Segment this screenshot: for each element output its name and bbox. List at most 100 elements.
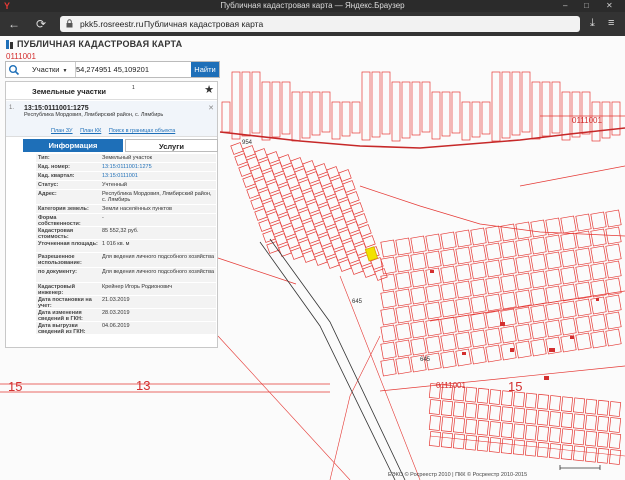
parcel-outline[interactable]	[536, 425, 550, 442]
parcel-outline[interactable]	[271, 81, 281, 138]
parcel-outline[interactable]	[605, 311, 622, 330]
parcel-outline[interactable]	[425, 318, 442, 337]
parcel-outline[interactable]	[560, 215, 577, 234]
parcel-outline[interactable]	[605, 243, 622, 262]
parcel-outline[interactable]	[470, 346, 487, 365]
parcel-outline[interactable]	[455, 348, 472, 367]
parcel-outline[interactable]	[500, 223, 517, 242]
parcel-outline[interactable]	[231, 71, 241, 140]
parcel-outline[interactable]	[560, 283, 577, 302]
parcel-outline[interactable]	[485, 310, 502, 329]
parcel-outline[interactable]	[395, 237, 412, 256]
parcel-outline[interactable]	[421, 81, 431, 133]
parcel-outline[interactable]	[470, 295, 487, 314]
parcel-outline[interactable]	[590, 211, 607, 230]
link-plan-zu[interactable]: План ЗУ	[51, 128, 73, 134]
parcel-outline[interactable]	[251, 71, 261, 134]
parcel-outline[interactable]	[464, 434, 478, 451]
search-input[interactable]	[76, 63, 191, 76]
parcel-outline[interactable]	[545, 251, 562, 270]
parcel-outline[interactable]	[524, 424, 538, 441]
tab-services[interactable]: Услуги	[125, 139, 218, 152]
parcel-outline[interactable]	[341, 101, 351, 137]
minimize-icon[interactable]: –	[563, 1, 567, 10]
parcel-outline[interactable]	[476, 435, 490, 452]
parcel-outline[interactable]	[560, 300, 577, 319]
parcel-outline[interactable]	[572, 445, 586, 462]
parcel-outline[interactable]	[440, 333, 457, 352]
parcel-outline[interactable]	[608, 449, 622, 465]
parcel-outline[interactable]	[548, 411, 562, 427]
parcel-outline[interactable]	[410, 286, 427, 305]
parcel-outline[interactable]	[464, 402, 478, 419]
parcel-outline[interactable]	[551, 81, 561, 134]
parcel-outline[interactable]	[515, 340, 532, 359]
parcel-outline[interactable]	[452, 433, 466, 450]
parcel-outline[interactable]	[536, 393, 550, 410]
parcel-outline[interactable]	[545, 234, 562, 253]
parcel-outline[interactable]	[488, 437, 502, 453]
tab-info[interactable]: Информация	[23, 139, 123, 152]
parcel-outline[interactable]	[425, 284, 442, 303]
parcel-outline[interactable]	[301, 91, 311, 139]
parcel-outline[interactable]	[590, 330, 607, 349]
parcel-outline[interactable]	[584, 430, 598, 447]
parcel-outline[interactable]	[560, 232, 577, 251]
parcel-outline[interactable]	[440, 231, 457, 250]
parcel-outline[interactable]	[515, 255, 532, 274]
parcel-outline[interactable]	[410, 252, 427, 271]
search-icon[interactable]	[8, 64, 20, 76]
parcel-outline[interactable]	[485, 344, 502, 363]
parcel-outline[interactable]	[521, 71, 531, 133]
parcel-outline[interactable]	[411, 81, 421, 136]
parcel-outline[interactable]	[440, 432, 454, 449]
parcel-outline[interactable]	[425, 250, 442, 269]
parcel-outline[interactable]	[395, 254, 412, 273]
parcel-outline[interactable]	[464, 386, 478, 403]
parcel-outline[interactable]	[361, 71, 371, 141]
parcel-outline[interactable]	[530, 270, 547, 289]
parcel-outline[interactable]	[512, 423, 526, 440]
parcel-outline[interactable]	[485, 225, 502, 244]
parcel-outline[interactable]	[455, 297, 472, 316]
parcel-outline[interactable]	[541, 81, 551, 137]
parcel-outline[interactable]	[500, 240, 517, 259]
parcel-outline[interactable]	[476, 387, 490, 404]
parcel-outline[interactable]	[451, 91, 461, 134]
parcel-outline[interactable]	[572, 397, 586, 414]
parcel-outline[interactable]	[428, 431, 442, 447]
parcel-outline[interactable]	[441, 91, 451, 137]
parcel-outline[interactable]	[485, 327, 502, 346]
parcel-outline[interactable]	[590, 228, 607, 247]
parcel-outline[interactable]	[596, 415, 610, 432]
parcel-outline[interactable]	[548, 395, 562, 411]
parcel-outline[interactable]	[380, 273, 397, 292]
parcel-outline[interactable]	[512, 407, 526, 424]
result-item[interactable]: 1. 13:15:0111001:1275 Республика Мордови…	[6, 101, 217, 137]
parcel-outline[interactable]	[545, 302, 562, 321]
parcel-outline[interactable]	[410, 337, 427, 356]
parcel-outline[interactable]	[500, 406, 514, 423]
parcel-outline[interactable]	[440, 248, 457, 267]
parcel-outline[interactable]	[410, 320, 427, 339]
parcel-outline[interactable]	[590, 245, 607, 264]
parcel-outline[interactable]	[584, 446, 598, 463]
parcel-outline[interactable]	[584, 414, 598, 431]
parcel-outline[interactable]	[455, 280, 472, 299]
download-icon[interactable]: ⤓	[590, 17, 595, 30]
parcel-outline[interactable]	[536, 441, 550, 458]
parcel-outline[interactable]	[485, 276, 502, 295]
parcel-outline[interactable]	[470, 278, 487, 297]
parcel-outline[interactable]	[311, 91, 321, 136]
parcel-outline[interactable]	[548, 427, 562, 443]
parcel-outline[interactable]	[531, 81, 541, 140]
parcel-outline[interactable]	[476, 419, 490, 436]
parcel-outline[interactable]	[500, 291, 517, 310]
parcel-outline[interactable]	[560, 412, 574, 429]
parcel-outline[interactable]	[440, 400, 454, 417]
parcel-outline[interactable]	[452, 417, 466, 434]
parcel-outline[interactable]	[440, 350, 457, 369]
parcel-outline[interactable]	[380, 307, 397, 326]
parcel-outline[interactable]	[530, 253, 547, 272]
parcel-outline[interactable]	[515, 272, 532, 291]
